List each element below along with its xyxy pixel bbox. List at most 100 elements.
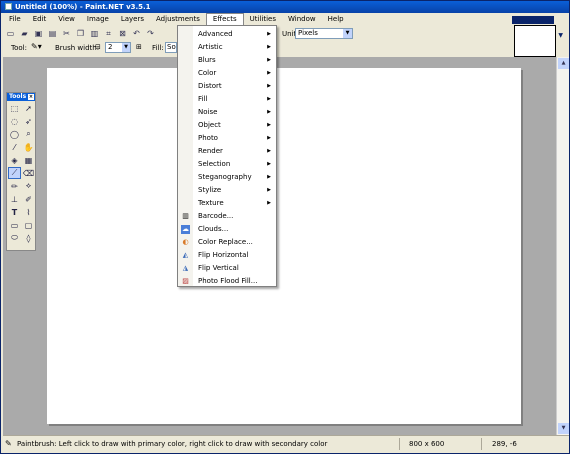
freeform-shape-icon[interactable]: ◊: [22, 232, 35, 244]
submenu-arrow-icon: ▶: [267, 70, 271, 76]
menu-item-photo-flood-fill[interactable]: ▨ Photo Flood Fill...: [178, 275, 276, 288]
menu-item-object[interactable]: Object ▶: [178, 119, 276, 132]
menu-item-blurs[interactable]: Blurs ▶: [178, 54, 276, 67]
increase-icon[interactable]: ⊞: [136, 43, 142, 51]
menu-item-photo[interactable]: Photo ▶: [178, 132, 276, 145]
menu-item-label: Distort: [198, 82, 222, 90]
menu-item-stylize[interactable]: Stylize ▶: [178, 184, 276, 197]
scroll-down-icon[interactable]: ▼: [558, 423, 569, 434]
paintbrush-status-icon: ✎: [5, 439, 12, 448]
ellipse-select-icon[interactable]: ◯: [8, 128, 21, 140]
paintbrush-icon[interactable]: ⟋: [8, 167, 21, 179]
redo-icon[interactable]: ↷: [145, 28, 156, 39]
chevron-down-icon[interactable]: ▼: [558, 32, 563, 39]
magic-wand-icon[interactable]: ⁄: [8, 141, 21, 153]
units-select[interactable]: Pixels ▼: [295, 28, 353, 39]
paintbrush-tool-icon[interactable]: ✎▾: [31, 42, 42, 51]
menu-item-flip-horizontal[interactable]: ◭ Flip Horizontal: [178, 249, 276, 262]
open-icon[interactable]: ▰: [19, 28, 30, 39]
pan-icon[interactable]: ✋: [22, 141, 35, 153]
tool-label: Tool:: [11, 44, 27, 52]
image-thumbnail[interactable]: ▼: [511, 15, 563, 57]
copy-icon[interactable]: ❐: [75, 28, 86, 39]
menu-view[interactable]: View: [52, 13, 81, 26]
menu-item-flip-vertical[interactable]: ◮ Flip Vertical: [178, 262, 276, 275]
menu-item-label: Render: [198, 147, 223, 155]
image-size: 800 x 600: [409, 440, 445, 448]
menu-item-texture[interactable]: Texture ▶: [178, 197, 276, 210]
menu-item-label: Flip Vertical: [198, 264, 239, 272]
recolor-icon[interactable]: ✐: [22, 193, 35, 205]
menu-item-clouds[interactable]: ☁ Clouds...: [178, 223, 276, 236]
menu-item-selection[interactable]: Selection ▶: [178, 158, 276, 171]
tools-panel: Tools × ⬚ ➚ ◌ ➶ ◯ ⌕ ⁄ ✋ ◈ ▦ ⟋ ⌫ ✏ ⟡ ⊥ ✐ …: [6, 92, 36, 251]
print-icon[interactable]: ▤: [47, 28, 58, 39]
ellipse-icon[interactable]: ⬭: [8, 232, 21, 244]
paste-icon[interactable]: ▥: [89, 28, 100, 39]
menu-item-noise[interactable]: Noise ▶: [178, 106, 276, 119]
menu-item-label: Photo: [198, 134, 218, 142]
paint-bucket-icon[interactable]: ◈: [8, 154, 21, 166]
text-icon[interactable]: T: [8, 206, 21, 218]
menu-help[interactable]: Help: [322, 13, 350, 26]
new-image-icon[interactable]: ▭: [5, 28, 16, 39]
menu-item-render[interactable]: Render ▶: [178, 145, 276, 158]
menu-item-fill[interactable]: Fill ▶: [178, 93, 276, 106]
brush-width-select[interactable]: 2 ▼: [105, 42, 131, 53]
rectangle-icon[interactable]: ▭: [8, 219, 21, 231]
rounded-rectangle-icon[interactable]: ▢: [22, 219, 35, 231]
menu-edit[interactable]: Edit: [27, 13, 53, 26]
gradient-icon[interactable]: ▦: [22, 154, 35, 166]
chevron-down-icon[interactable]: ▼: [343, 29, 352, 38]
menu-layers[interactable]: Layers: [115, 13, 150, 26]
menu-item-steganography[interactable]: Steganography ▶: [178, 171, 276, 184]
zoom-icon[interactable]: ⌕: [22, 128, 35, 140]
line-curve-icon[interactable]: ⌇: [22, 206, 35, 218]
submenu-arrow-icon: ▶: [267, 174, 271, 180]
vertical-scrollbar[interactable]: ▲ ▼: [556, 57, 569, 435]
window-title: Untitled (100%) - Paint.NET v3.5.1: [15, 3, 151, 11]
rect-select-icon[interactable]: ⬚: [8, 102, 21, 114]
menu-item-distort[interactable]: Distort ▶: [178, 80, 276, 93]
fill-value: Sol: [167, 43, 177, 51]
pencil-icon[interactable]: ✏: [8, 180, 21, 192]
close-icon[interactable]: ×: [28, 94, 34, 100]
fill-label: Fill:: [152, 44, 164, 52]
menu-item-label: Color Replace...: [198, 238, 253, 246]
scroll-up-icon[interactable]: ▲: [558, 58, 569, 69]
menu-item-label: Flip Horizontal: [198, 251, 249, 259]
menu-file[interactable]: File: [3, 13, 27, 26]
submenu-arrow-icon: ▶: [267, 148, 271, 154]
status-separator: [399, 438, 400, 450]
menu-item-barcode[interactable]: ▥ Barcode...: [178, 210, 276, 223]
submenu-arrow-icon: ▶: [267, 135, 271, 141]
menu-item-advanced[interactable]: Advanced ▶: [178, 28, 276, 41]
color-picker-icon[interactable]: ⟡: [22, 180, 35, 192]
move-selection-icon[interactable]: ➚: [22, 102, 35, 114]
chevron-down-icon[interactable]: ▼: [122, 43, 130, 52]
cut-icon[interactable]: ✂: [61, 28, 72, 39]
menu-item-color[interactable]: Color ▶: [178, 67, 276, 80]
menu-window[interactable]: Window: [282, 13, 322, 26]
status-separator: [481, 438, 482, 450]
photo-flood-fill-icon: ▨: [182, 277, 189, 285]
undo-icon[interactable]: ↶: [131, 28, 142, 39]
menu-item-artistic[interactable]: Artistic ▶: [178, 41, 276, 54]
deselect-icon[interactable]: ⊠: [117, 28, 128, 39]
image-canvas[interactable]: [47, 68, 521, 424]
crop-icon[interactable]: ⌗: [103, 28, 114, 39]
submenu-arrow-icon: ▶: [267, 161, 271, 167]
save-icon[interactable]: ▣: [33, 28, 44, 39]
decrease-icon[interactable]: ⊟: [95, 43, 101, 51]
tools-panel-header[interactable]: Tools ×: [7, 93, 35, 101]
eraser-icon[interactable]: ⌫: [22, 167, 35, 179]
lasso-icon[interactable]: ◌: [8, 115, 21, 127]
move-selected-icon[interactable]: ➶: [22, 115, 35, 127]
clone-stamp-icon[interactable]: ⊥: [8, 193, 21, 205]
title-bar[interactable]: Untitled (100%) - Paint.NET v3.5.1: [1, 1, 569, 13]
menu-image[interactable]: Image: [81, 13, 115, 26]
fill-select[interactable]: Sol: [165, 42, 177, 53]
menu-item-label: Advanced: [198, 30, 233, 38]
menu-item-label: Color: [198, 69, 217, 77]
menu-item-color-replace[interactable]: ◐ Color Replace...: [178, 236, 276, 249]
